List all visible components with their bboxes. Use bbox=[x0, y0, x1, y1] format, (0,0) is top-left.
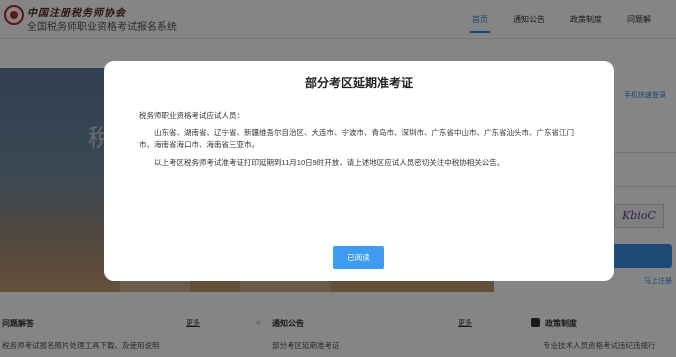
notice-modal: 部分考区延期准考证 税务师职业资格考试应试人员： 山东省、湖南省、辽宁省、新疆维… bbox=[104, 61, 614, 281]
modal-body: 税务师职业资格考试应试人员： 山东省、湖南省、辽宁省、新疆维吾尔自治区、大连市、… bbox=[139, 110, 587, 169]
modal-regions: 山东省、湖南省、辽宁省、新疆维吾尔自治区、大连市、宁波市、青岛市、深圳市、广东省… bbox=[139, 128, 574, 149]
modal-greeting: 税务师职业资格考试应试人员： bbox=[139, 111, 244, 120]
modal-title: 部分考区延期准考证 bbox=[304, 76, 413, 90]
confirm-read-button[interactable]: 已阅读 bbox=[333, 246, 384, 269]
modal-notice: 以上考区税务师考试准考证打印延期到11月10日9时开放，请上述地区应试人员密切关… bbox=[154, 158, 505, 167]
